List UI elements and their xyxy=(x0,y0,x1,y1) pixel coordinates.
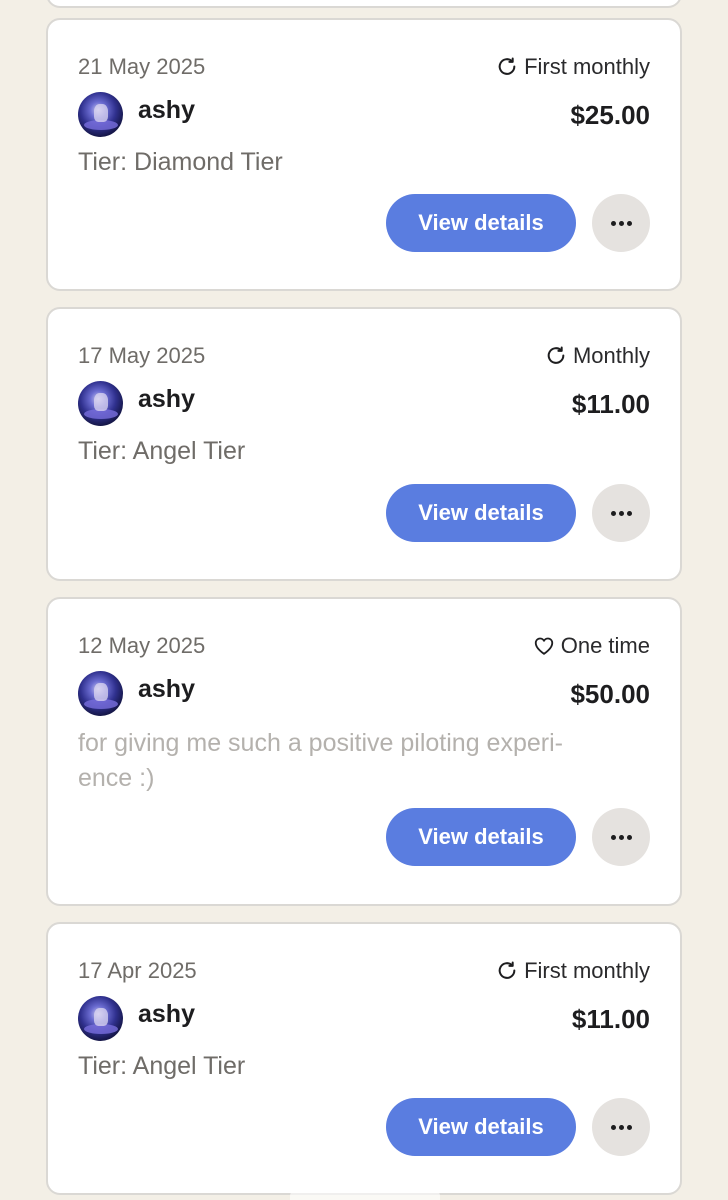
ellipsis-icon xyxy=(610,834,632,840)
transaction-card: 17 Apr 2025 First monthly ashy $11.00 Ti… xyxy=(46,922,682,1195)
payment-type: One time xyxy=(533,633,650,659)
more-options-button[interactable] xyxy=(592,808,650,866)
transaction-amount: $25.00 xyxy=(570,100,650,130)
view-details-button[interactable]: View details xyxy=(386,484,576,542)
payment-type-label: First monthly xyxy=(524,54,650,79)
supporter-name[interactable]: ashy xyxy=(138,1000,195,1029)
payment-type-label: Monthly xyxy=(572,343,650,368)
previous-card-edge xyxy=(46,0,682,8)
supporter-name[interactable]: ashy xyxy=(138,96,195,125)
ellipsis-icon xyxy=(610,220,632,226)
avatar[interactable] xyxy=(78,996,123,1041)
more-options-button[interactable] xyxy=(592,1098,650,1156)
ellipsis-icon xyxy=(610,1124,632,1130)
payment-type-label: First monthly xyxy=(524,958,650,983)
view-details-button[interactable]: View details xyxy=(386,808,576,866)
transaction-date: 17 Apr 2025 xyxy=(78,958,197,983)
avatar[interactable] xyxy=(78,671,123,716)
tier-label: Tier: Angel Tier xyxy=(78,1052,246,1080)
transaction-card: 12 May 2025 One time ashy $50.00 for giv… xyxy=(46,597,682,906)
more-options-button[interactable] xyxy=(592,484,650,542)
transaction-date: 21 May 2025 xyxy=(78,54,206,79)
transaction-date: 17 May 2025 xyxy=(78,343,206,368)
ellipsis-icon xyxy=(610,510,632,516)
payment-type: Monthly xyxy=(545,343,650,369)
payment-type: First monthly xyxy=(496,958,650,984)
transaction-amount: $11.00 xyxy=(571,389,650,419)
view-details-button[interactable]: View details xyxy=(386,194,576,252)
payment-type-label: One time xyxy=(560,633,650,658)
supporter-note: for giving me such a positive piloting e… xyxy=(78,729,563,792)
more-options-button[interactable] xyxy=(592,194,650,252)
payment-type: First monthly xyxy=(496,54,650,80)
avatar[interactable] xyxy=(78,92,123,137)
tier-label: Tier: Diamond Tier xyxy=(78,148,283,176)
transaction-card: 17 May 2025 Monthly ashy $11.00 Tier: An… xyxy=(46,307,682,581)
avatar[interactable] xyxy=(78,381,123,426)
supporter-name[interactable]: ashy xyxy=(138,675,195,704)
refresh-icon xyxy=(498,961,516,979)
refresh-icon xyxy=(498,57,516,75)
refresh-icon xyxy=(547,346,565,364)
heart-icon xyxy=(534,637,553,655)
transaction-amount: $11.00 xyxy=(571,1004,650,1034)
tier-label: Tier: Angel Tier xyxy=(78,437,246,465)
view-details-button[interactable]: View details xyxy=(386,1098,576,1156)
bottom-overlay xyxy=(290,1190,440,1200)
transaction-amount: $50.00 xyxy=(570,679,650,709)
transaction-card: 21 May 2025 First monthly ashy $25.00 Ti… xyxy=(46,18,682,291)
transaction-date: 12 May 2025 xyxy=(78,633,206,658)
supporter-name[interactable]: ashy xyxy=(138,385,195,414)
transactions-page: 21 May 2025 First monthly ashy $25.00 Ti… xyxy=(0,0,728,1200)
